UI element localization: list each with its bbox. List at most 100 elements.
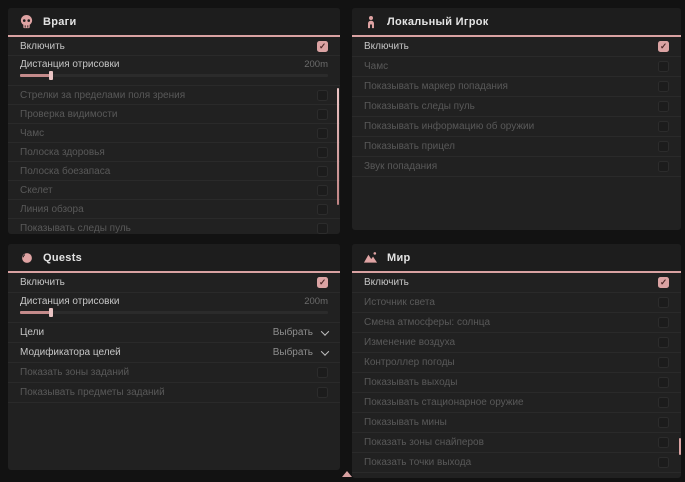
panel-title: Quests (43, 252, 82, 264)
row-label: Смена атмосферы: солнца (364, 317, 490, 328)
row-label: Источник света (364, 297, 435, 308)
render-distance-slider[interactable] (20, 74, 328, 77)
row-label: Показывать предметы заданий (20, 387, 165, 398)
settings-row[interactable]: Дистанция отрисовки 200m (8, 293, 340, 323)
checkbox[interactable] (658, 357, 669, 368)
settings-row[interactable]: Контроллер погоды (352, 353, 681, 373)
panel-enemies-header[interactable]: Враги (8, 8, 340, 37)
slider-thumb[interactable] (49, 71, 53, 80)
checkbox[interactable] (658, 317, 669, 328)
panel-local-player-header[interactable]: Локальный Игрок (352, 8, 681, 37)
row-label: Стрелки за пределами поля зрения (20, 90, 185, 101)
checkbox[interactable] (658, 61, 669, 72)
settings-row[interactable]: Полоска боезапаса (8, 162, 340, 181)
dropdown[interactable]: Выбрать (273, 347, 328, 358)
checkbox[interactable] (658, 337, 669, 348)
row-label: Показывать информацию об оружии (364, 121, 534, 132)
panel-title: Враги (43, 16, 77, 28)
render-distance-slider[interactable] (20, 311, 328, 314)
row-label: Звук попадания (364, 161, 437, 172)
settings-row[interactable]: Показывать предметы заданий (8, 383, 340, 403)
settings-row[interactable]: Источник света (352, 293, 681, 313)
panel-quests: Quests Включить✓ Дистанция отрисовки 200m Ц… (8, 244, 340, 470)
checkbox[interactable] (317, 387, 328, 398)
settings-row[interactable]: Включить✓ (8, 37, 340, 56)
row-label: Показывать следы пуль (20, 223, 131, 234)
dropdown-value: Выбрать (273, 327, 313, 338)
checkbox[interactable] (317, 128, 328, 139)
settings-row[interactable]: Показывать следы пуль (352, 97, 681, 117)
settings-row[interactable]: Показать зоны снайперов (352, 433, 681, 453)
settings-row[interactable]: Показывать прицел (352, 137, 681, 157)
checkbox[interactable] (658, 121, 669, 132)
checkbox[interactable] (658, 457, 669, 468)
dropdown-value: Выбрать (273, 347, 313, 358)
checkbox[interactable]: ✓ (658, 277, 669, 288)
checkbox[interactable] (658, 417, 669, 428)
checkbox[interactable]: ✓ (317, 277, 328, 288)
settings-row[interactable]: Чамс (8, 124, 340, 143)
settings-row[interactable]: Чамс (352, 57, 681, 77)
panel-world-header[interactable]: Мир (352, 244, 681, 273)
checkbox[interactable] (658, 397, 669, 408)
settings-row[interactable]: Модификатора целей Выбрать (8, 343, 340, 363)
mountains-icon (363, 250, 378, 265)
row-label: Дистанция отрисовки (20, 296, 119, 307)
row-label: Чамс (20, 128, 44, 139)
settings-row[interactable]: Изменение воздуха (352, 333, 681, 353)
checkbox[interactable] (658, 81, 669, 92)
settings-row[interactable]: Включить✓ (352, 273, 681, 293)
settings-row[interactable]: Показать зоны заданий (8, 363, 340, 383)
checkbox[interactable] (317, 223, 328, 234)
checkbox[interactable] (658, 297, 669, 308)
scrollbar[interactable] (679, 438, 682, 455)
settings-row[interactable]: Показывать выходы (352, 373, 681, 393)
checkbox[interactable] (317, 204, 328, 215)
settings-row[interactable]: Включить✓ (8, 273, 340, 293)
checkbox[interactable] (317, 90, 328, 101)
checkbox[interactable] (658, 141, 669, 152)
checkbox[interactable] (317, 185, 328, 196)
settings-row[interactable]: Показывать информацию об оружии (352, 117, 681, 137)
checkbox[interactable] (658, 377, 669, 388)
settings-row[interactable]: Дистанция отрисовки200m (8, 56, 340, 86)
settings-row[interactable]: Показывать мины (352, 413, 681, 433)
panel-quests-header[interactable]: Quests (8, 244, 340, 273)
slider-fill (20, 311, 51, 314)
settings-row[interactable]: Показывать стационарное оружие (352, 393, 681, 413)
checkbox[interactable] (658, 437, 669, 448)
checkbox[interactable] (317, 109, 328, 120)
settings-row[interactable]: Показывать маркер попадания (352, 77, 681, 97)
settings-row[interactable]: Полоска здоровья (8, 143, 340, 162)
row-label: Чамс (364, 61, 388, 72)
checkbox[interactable]: ✓ (658, 41, 669, 52)
settings-row[interactable]: Смена атмосферы: солнца (352, 313, 681, 333)
row-label: Модификатора целей (20, 347, 121, 358)
settings-row[interactable]: Показывать следы пуль (8, 219, 340, 234)
dropdown[interactable]: Выбрать (273, 327, 328, 338)
checkbox[interactable]: ✓ (317, 41, 328, 52)
row-label: Включить (364, 41, 409, 52)
scrollbar[interactable] (337, 88, 339, 205)
row-label: Показывать следы пуль (364, 101, 475, 112)
settings-row[interactable]: Звук попадания (352, 157, 681, 177)
settings-row[interactable]: Линия обзора (8, 200, 340, 219)
checkbox[interactable] (658, 161, 669, 172)
panel-world: Мир Включить✓ Источник света Смена атмосфе… (352, 244, 681, 478)
row-label: Проверка видимости (20, 109, 118, 120)
checkbox[interactable] (317, 147, 328, 158)
panel-title: Локальный Игрок (387, 16, 489, 28)
row-label: Показывать стационарное оружие (364, 397, 524, 408)
slider-value: 200m (304, 296, 328, 307)
settings-row[interactable]: Стрелки за пределами поля зрения (8, 86, 340, 105)
checkbox[interactable] (317, 367, 328, 378)
slider-thumb[interactable] (49, 308, 53, 317)
checkbox[interactable] (658, 101, 669, 112)
settings-row[interactable]: Включить ✓ (352, 37, 681, 57)
settings-row[interactable]: Проверка видимости (8, 105, 340, 124)
checkbox[interactable] (317, 166, 328, 177)
settings-row[interactable]: Скелет (8, 181, 340, 200)
settings-row[interactable]: Показать точки выхода (352, 453, 681, 473)
slider-fill (20, 74, 51, 77)
settings-row[interactable]: ЦелиВыбрать (8, 323, 340, 343)
